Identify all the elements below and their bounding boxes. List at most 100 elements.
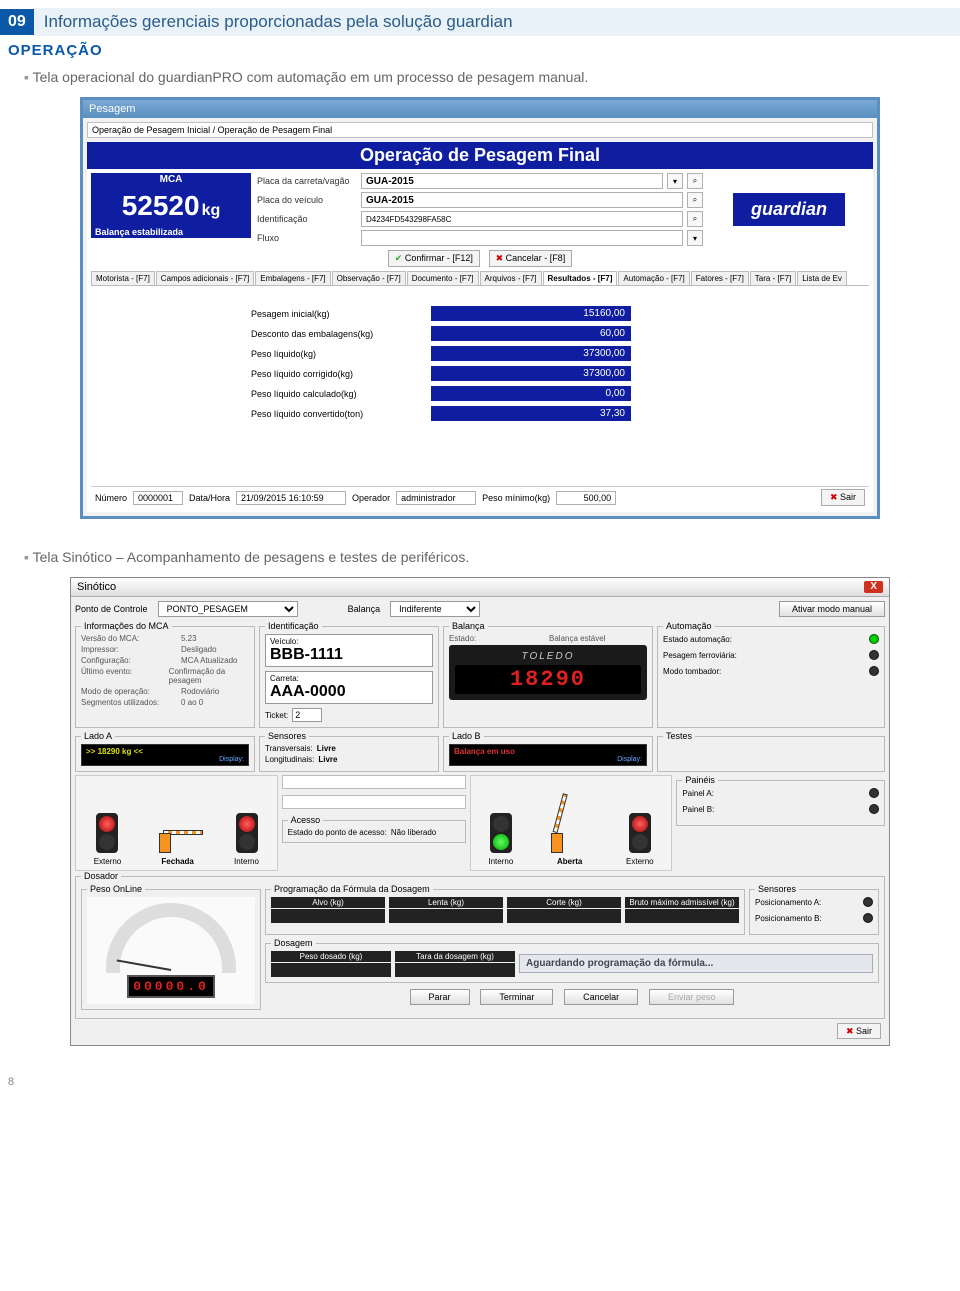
scale-display: TOLEDO 18290 — [449, 645, 647, 700]
tab-7[interactable]: Automação - [F7] — [618, 271, 689, 285]
pesagem-titlebar: Pesagem — [83, 100, 877, 118]
ativar-modo-manual-button[interactable]: Ativar modo manual — [779, 601, 885, 617]
lookup-icon[interactable]: ⌕ — [687, 173, 703, 189]
dosador-panel: Dosador Peso OnLine 00000.0 Programação … — [75, 871, 885, 1019]
identificacao-input[interactable] — [361, 211, 683, 227]
posicionamento-b-label: Posicionamento B: — [755, 914, 822, 923]
sair-button[interactable]: Sair — [821, 489, 865, 506]
acesso-estado-label: Estado do ponto de acesso: — [288, 828, 387, 837]
result-row: Peso líquido(kg)37300,00 — [251, 346, 839, 361]
estado-automacao-led — [869, 634, 879, 644]
peso-dosado-label: Peso dosado (kg) — [271, 951, 391, 962]
dropdown-icon[interactable]: ▾ — [667, 173, 683, 189]
lookup-icon[interactable]: ⌕ — [687, 192, 703, 208]
result-row: Peso líquido corrigido(kg)37300,00 — [251, 366, 839, 381]
scale-weight-value: 18290 — [455, 665, 641, 694]
tab-0[interactable]: Motorista - [F7] — [91, 271, 155, 285]
dosagem-panel: Dosagem Peso dosado (kg) Tara da dosagem… — [265, 938, 879, 983]
modo-tombador-led — [869, 666, 879, 676]
bullet-2: Tela Sinótico – Acompanhamento de pesage… — [24, 549, 960, 565]
estado-automacao-label: Estado automação: — [663, 635, 732, 644]
mca-weight-display: 52520kg — [91, 186, 251, 226]
painel-a-label: Painel A: — [682, 789, 714, 798]
enviar-peso-button[interactable]: Enviar peso — [649, 989, 735, 1005]
pesagem-ferroviaria-label: Pesagem ferroviária: — [663, 651, 737, 660]
cancelar-button[interactable]: ✖ Cancelar - [F8] — [489, 250, 573, 267]
cancelar-dosagem-button[interactable]: Cancelar — [564, 989, 638, 1005]
section-heading: OPERAÇÃO — [8, 42, 960, 59]
tab-3[interactable]: Observação - [F7] — [332, 271, 406, 285]
dropdown-icon[interactable]: ▾ — [687, 230, 703, 246]
lado-b-lights: Interno Aberta Externo — [470, 775, 673, 871]
status-bar: Número Data/Hora Operador Peso mínimo(kg… — [91, 486, 869, 508]
operation-title: Operação de Pesagem Final — [87, 142, 873, 169]
tab-8[interactable]: Fatores - [F7] — [691, 271, 749, 285]
tab-1[interactable]: Campos adicionais - [F7] — [156, 271, 254, 285]
peso-online-legend: Peso OnLine — [87, 884, 145, 894]
sensores-panel: Sensores Transversais:Livre Longitudinai… — [259, 731, 439, 772]
dosagem-column: Lenta (kg) — [389, 897, 503, 923]
breadcrumb-path: Operação de Pesagem Inicial / Operação d… — [87, 122, 873, 138]
close-icon[interactable]: X — [864, 581, 883, 593]
balanca-legend: Balança — [449, 621, 488, 631]
dosagem-legend: Dosagem — [271, 938, 316, 948]
carreta-display: Carreta: AAA-0000 — [265, 671, 433, 704]
placa-veiculo-label: Placa do veículo — [257, 195, 357, 205]
lookup-icon[interactable]: ⌕ — [687, 211, 703, 227]
identificacao-panel: Identificação Veículo: BBB-1111 Carreta:… — [259, 621, 439, 728]
traffic-light-a-interno — [236, 813, 258, 853]
barrier-b-icon — [545, 813, 595, 853]
fluxo-select[interactable] — [361, 230, 683, 246]
ponto-controle-select[interactable]: PONTO_PESAGEM — [158, 601, 298, 617]
interno-b-label: Interno — [488, 857, 513, 866]
traffic-light-b-externo — [629, 813, 651, 853]
page-title: Informações gerenciais proporcionadas pe… — [34, 8, 960, 36]
result-label: Peso líquido convertido(ton) — [251, 409, 411, 419]
result-value: 37300,00 — [431, 346, 631, 361]
sinotico-sair-button[interactable]: Sair — [837, 1023, 881, 1039]
tab-5[interactable]: Arquivos - [F7] — [480, 271, 542, 285]
tab-6[interactable]: Resultados - [F7] — [543, 271, 618, 285]
result-row: Desconto das embalagens(kg)60,00 — [251, 326, 839, 341]
acesso-legend: Acesso — [288, 815, 324, 825]
transversais-label: Transversais: — [265, 744, 313, 753]
numero-value — [133, 491, 183, 505]
testes-panel: Testes — [657, 731, 885, 772]
balanca-select[interactable]: Indiferente — [390, 601, 480, 617]
confirmar-button[interactable]: ✔ Confirmar - [F12] — [388, 250, 480, 267]
balanca-estado-label: Estado: — [449, 634, 549, 643]
placa-carreta-input[interactable] — [361, 173, 663, 189]
carreta-label: Carreta: — [270, 674, 428, 683]
terminar-button[interactable]: Terminar — [480, 989, 553, 1005]
longitudinais-label: Longitudinais: — [265, 755, 314, 764]
tab-4[interactable]: Documento - [F7] — [407, 271, 479, 285]
ticket-input[interactable] — [292, 708, 322, 722]
sinotico-titlebar: Sinótico — [77, 581, 116, 593]
tab-9[interactable]: Tara - [F7] — [750, 271, 796, 285]
automacao-panel: Automação Estado automação: Pesagem ferr… — [657, 621, 885, 728]
gauge-display: 00000.0 — [127, 975, 215, 998]
lado-a-display: >> 18290 kg << Display: — [81, 744, 249, 766]
modo-tombador-label: Modo tombador: — [663, 667, 721, 676]
pesagem-window: Pesagem Operação de Pesagem Inicial / Op… — [80, 97, 880, 519]
painel-a-led — [869, 788, 879, 798]
results-panel: Pesagem inicial(kg)15160,00Desconto das … — [91, 286, 869, 486]
mca-info-line: Versão do MCA:5.23 — [81, 634, 249, 643]
pesomin-value — [556, 491, 616, 505]
lado-b-display: Balança em uso Display: — [449, 744, 647, 766]
transversais-value: Livre — [317, 744, 336, 753]
lado-a-legend: Lado A — [81, 731, 115, 741]
parar-button[interactable]: Parar — [410, 989, 470, 1005]
result-label: Peso líquido calculado(kg) — [251, 389, 411, 399]
dosador-sensores-legend: Sensores — [755, 884, 799, 894]
mca-info-line: Segmentos utilizados:0 ao 0 — [81, 698, 249, 707]
automacao-legend: Automação — [663, 621, 715, 631]
tab-2[interactable]: Embalagens - [F7] — [255, 271, 330, 285]
operador-label: Operador — [352, 493, 390, 503]
testes-legend: Testes — [663, 731, 695, 741]
lado-a-weight: >> 18290 kg << — [86, 747, 244, 756]
traffic-light-a-externo — [96, 813, 118, 853]
tab-10[interactable]: Lista de Ev — [797, 271, 847, 285]
brand-panel: guardian — [709, 173, 869, 246]
placa-veiculo-input[interactable] — [361, 192, 683, 208]
